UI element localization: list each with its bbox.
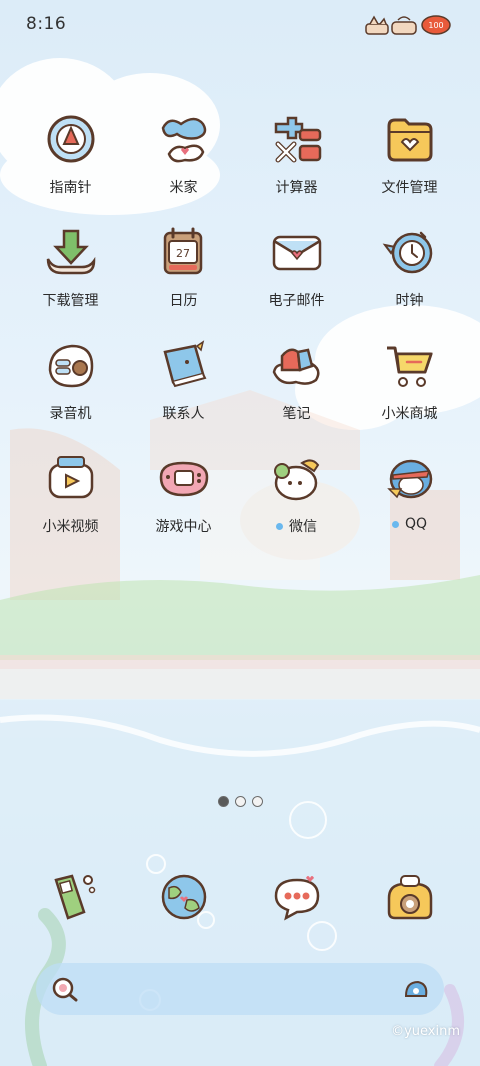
wifi-icon [391, 16, 417, 35]
app-label: 录音机 [49, 406, 92, 422]
app-video[interactable]: 小米视频 [14, 447, 127, 547]
app-wechat[interactable]: 微信 [240, 447, 353, 547]
compass-icon [47, 115, 94, 163]
recorder-icon [48, 344, 93, 388]
dock-phone[interactable] [14, 866, 127, 926]
app-calendar[interactable]: 27 日历 [127, 221, 240, 321]
app-game-center[interactable]: 游戏中心 [127, 447, 240, 547]
app-label: 时钟 [395, 293, 424, 309]
mail-icon [272, 235, 321, 271]
app-label: 游戏中心 [155, 519, 212, 535]
status-icons: 100 [365, 15, 451, 35]
app-mail[interactable]: 电子邮件 [240, 221, 353, 321]
mi-store-icon [386, 346, 433, 387]
app-recorder[interactable]: 录音机 [14, 334, 127, 434]
app-grid: 指南针 米家 计算器 文件管理 下载管理 27 日历 电子邮件 时钟 录音机 联… [14, 108, 466, 547]
app-label: 日历 [169, 293, 198, 309]
app-label: 指南针 [49, 180, 92, 196]
new-install-dot [276, 522, 283, 530]
calendar-day: 27 [176, 247, 190, 260]
app-label: 下载管理 [42, 293, 99, 309]
search-icon[interactable] [50, 975, 80, 1003]
app-label: 微信 [276, 516, 317, 536]
new-install-dot [391, 520, 399, 528]
status-time: 8:16 [26, 14, 67, 34]
notes-icon [272, 348, 319, 385]
page-dot-2[interactable] [234, 796, 246, 807]
assistant-icon[interactable] [402, 976, 430, 1002]
app-label: 文件管理 [381, 180, 438, 196]
signal-icon [365, 15, 389, 35]
video-icon [48, 456, 93, 499]
calculator-icon [274, 116, 321, 163]
battery-icon: 100 [421, 15, 451, 35]
watermark: ©yuexinm [391, 1024, 460, 1039]
app-label-text: QQ [404, 516, 428, 532]
qq-icon [386, 459, 432, 499]
app-label: 米家 [169, 180, 198, 196]
app-label: 小米视频 [42, 519, 99, 535]
app-mi-store[interactable]: 小米商城 [353, 334, 466, 434]
globe-icon [161, 874, 206, 920]
app-label-text: 微信 [289, 519, 317, 535]
app-file-manager[interactable]: 文件管理 [353, 108, 466, 208]
app-calculator[interactable]: 计算器 [240, 108, 353, 208]
page-dot-3[interactable] [251, 796, 263, 807]
dock [14, 866, 466, 926]
dock-messages[interactable] [240, 866, 353, 926]
camera-icon [387, 875, 432, 920]
status-bar: 8:16 100 [0, 0, 480, 50]
app-label: QQ [391, 516, 428, 532]
search-bar[interactable] [36, 963, 444, 1015]
page-indicator[interactable] [0, 796, 480, 807]
app-label: 电子邮件 [268, 293, 325, 309]
clock-icon [382, 231, 432, 274]
app-contacts[interactable]: 联系人 [127, 334, 240, 434]
wechat-icon [273, 459, 319, 501]
chat-bubble-icon [274, 876, 319, 921]
mi-home-icon [161, 117, 206, 163]
app-compass[interactable]: 指南针 [14, 108, 127, 208]
app-notes[interactable]: 笔记 [240, 334, 353, 434]
app-qq[interactable]: QQ [353, 447, 466, 547]
calendar-icon: 27 [163, 227, 202, 275]
app-clock[interactable]: 时钟 [353, 221, 466, 321]
app-label: 计算器 [275, 180, 318, 196]
svg-text:100: 100 [428, 21, 443, 30]
file-manager-icon [387, 118, 432, 162]
phone-icon [53, 874, 95, 920]
app-download[interactable]: 下载管理 [14, 221, 127, 321]
game-center-icon [159, 461, 208, 497]
app-label: 小米商城 [381, 406, 438, 422]
app-mi-home[interactable]: 米家 [127, 108, 240, 208]
app-label: 联系人 [162, 406, 205, 422]
download-icon [46, 229, 95, 275]
dock-camera[interactable] [353, 866, 466, 926]
page-dot-1[interactable] [217, 796, 229, 807]
dock-browser[interactable] [127, 866, 240, 926]
contacts-icon [162, 340, 206, 388]
app-label: 笔记 [282, 406, 311, 422]
